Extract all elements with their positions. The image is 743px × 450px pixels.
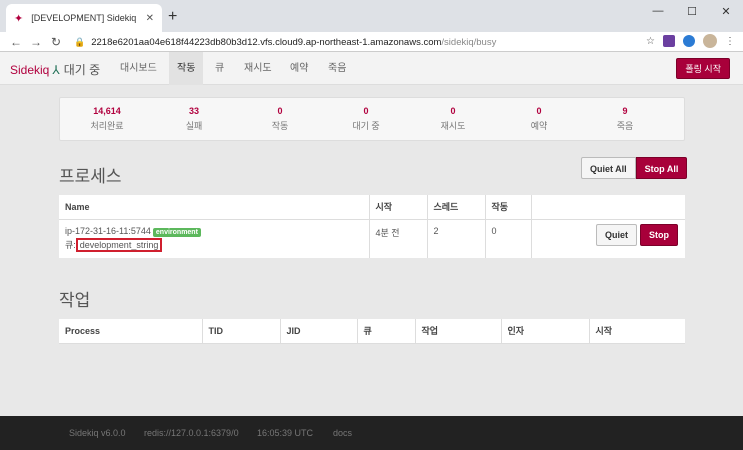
bookmark-star-icon[interactable]: ☆: [646, 36, 655, 47]
process-name: ip-172-31-16-11:5744: [65, 225, 151, 236]
column-header: Process: [59, 319, 203, 344]
stat-value: 0: [363, 106, 369, 116]
sidekiq-favicon-icon: ✦: [14, 12, 24, 25]
jobs-heading: 작업: [59, 291, 91, 310]
url-path: /sidekiq/busy: [441, 36, 497, 48]
column-header: 시작: [589, 319, 685, 344]
stat-value: 0: [536, 106, 542, 116]
table-header-row: Process TID JID 큐 작업 인자 시작: [59, 319, 685, 344]
version-label: Sidekiq v6.0.0: [69, 428, 126, 438]
column-header: 스레드: [427, 195, 486, 220]
stop-all-button[interactable]: Stop All: [635, 157, 688, 179]
sidekiq-navbar: Sidekiq ⅄ 대기 중 대시보드 작동 큐 재시도 예약 죽음 폴링 시작: [0, 52, 743, 85]
jobs-table: Process TID JID 큐 작업 인자 시작: [59, 319, 685, 344]
stat-value: 0: [450, 106, 456, 116]
processes-heading: 프로세스: [59, 167, 122, 186]
stat-label: 대기 중: [352, 121, 380, 131]
back-icon[interactable]: ←: [6, 35, 26, 49]
browser-toolbar: ☆ ⋮: [646, 34, 735, 48]
started-cell: 4분 전: [369, 219, 428, 258]
nav-scheduled[interactable]: 예약: [282, 52, 316, 85]
threads-cell: 2: [427, 219, 486, 258]
column-header: 시작: [369, 195, 428, 220]
url-field[interactable]: 🔒 2218e6201aa04e618f44223db80b3d12.vfs.c…: [74, 33, 623, 51]
address-bar: ← → ↻ 🔒 2218e6201aa04e618f44223db80b3d12…: [0, 32, 743, 52]
stat-label: 실패: [185, 121, 203, 131]
window-controls: — ☐ ✕: [641, 0, 743, 22]
url-host: 2218e6201aa04e618f44223db80b3d12.vfs.clo…: [91, 36, 442, 48]
footer: Sidekiq v6.0.0 redis://127.0.0.1:6379/0 …: [0, 416, 743, 450]
stat-scheduled[interactable]: 0 예약: [494, 106, 584, 132]
queue-name: development_string: [75, 237, 163, 252]
stat-label: 재시도: [440, 121, 466, 131]
stat-dead[interactable]: 9 죽음: [580, 106, 670, 132]
brand-name: Sidekiq: [10, 63, 50, 77]
stop-button[interactable]: Stop: [640, 224, 678, 246]
stat-value: 9: [622, 106, 628, 116]
quiet-button[interactable]: Quiet: [596, 224, 638, 246]
maximize-icon[interactable]: ☐: [675, 0, 709, 22]
stat-label: 죽음: [616, 121, 634, 131]
stat-failed[interactable]: 33 실패: [149, 106, 239, 132]
stat-label: 처리완료: [90, 121, 124, 131]
column-header: JID: [280, 319, 358, 344]
status-label: 대기 중: [63, 63, 101, 77]
stat-value: 0: [277, 106, 283, 116]
lock-icon[interactable]: 🔒: [74, 37, 85, 48]
stat-value: 33: [188, 106, 199, 116]
nav-dead[interactable]: 죽음: [320, 52, 354, 85]
forward-icon[interactable]: →: [26, 35, 46, 49]
nav-dashboard[interactable]: 대시보드: [112, 52, 165, 85]
close-window-icon[interactable]: ✕: [709, 0, 743, 22]
process-name-cell: ip-172-31-16-11:5744 environment 큐: develo…: [59, 219, 370, 258]
brand[interactable]: Sidekiq ⅄ 대기 중: [10, 61, 100, 78]
column-header: 큐: [357, 319, 416, 344]
queue-label: 큐:: [65, 239, 76, 250]
processes-table: Name 시작 스레드 작동 ip-172-31-16-11:5744 envir…: [59, 195, 685, 258]
environment-badge: environment: [152, 227, 201, 237]
tab-close-icon[interactable]: ✕: [146, 13, 154, 24]
server-time: 16:05:39 UTC: [257, 428, 314, 438]
column-header: Name: [59, 195, 370, 220]
stat-value: 14,614: [93, 106, 121, 116]
nav-busy[interactable]: 작동: [169, 52, 204, 85]
stat-busy[interactable]: 0 작동: [235, 106, 325, 132]
column-header: TID: [202, 319, 281, 344]
redis-url: redis://127.0.0.1:6379/0: [144, 428, 239, 438]
stat-label: 작동: [271, 121, 289, 131]
quiet-all-button[interactable]: Quiet All: [581, 157, 636, 179]
stat-retries[interactable]: 0 재시도: [408, 106, 498, 132]
stat-enqueued[interactable]: 0 대기 중: [321, 106, 411, 132]
reload-icon[interactable]: ↻: [46, 35, 66, 49]
extension-icon[interactable]: [663, 35, 675, 47]
docs-link[interactable]: docs: [333, 428, 352, 438]
column-header: 인자: [501, 319, 590, 344]
table-header-row: Name 시작 스레드 작동: [59, 195, 685, 220]
shield-extension-icon[interactable]: [683, 35, 695, 47]
sidekiq-logo-icon: ⅄: [52, 63, 60, 77]
menu-dots-icon[interactable]: ⋮: [725, 36, 735, 47]
column-header-actions: [531, 195, 685, 220]
browser-tab[interactable]: ✦ [DEVELOPMENT] Sidekiq ✕: [6, 4, 162, 32]
stat-label: 예약: [530, 121, 548, 131]
processes-actions: Quiet All Stop All: [581, 157, 688, 179]
busy-cell: 0: [485, 219, 532, 258]
nav-retries[interactable]: 재시도: [236, 52, 280, 85]
table-row: ip-172-31-16-11:5744 environment 큐: develo…: [59, 219, 685, 258]
column-header: 작동: [485, 195, 532, 220]
nav-queues[interactable]: 큐: [207, 52, 232, 85]
tab-title: [DEVELOPMENT] Sidekiq: [31, 13, 137, 23]
new-tab-button[interactable]: +: [168, 8, 177, 26]
summary-stats: 14,614 처리완료 33 실패 0 작동 0 대기 중 0 재시도 0 예약…: [59, 97, 685, 141]
minimize-icon[interactable]: —: [641, 0, 675, 22]
browser-tab-bar: ✦ [DEVELOPMENT] Sidekiq ✕ + — ☐ ✕: [0, 0, 743, 32]
column-header: 작업: [415, 319, 502, 344]
start-polling-button[interactable]: 폴링 시작: [676, 58, 730, 79]
stat-processed[interactable]: 14,614 처리완료: [62, 106, 152, 132]
profile-avatar[interactable]: [703, 34, 717, 48]
